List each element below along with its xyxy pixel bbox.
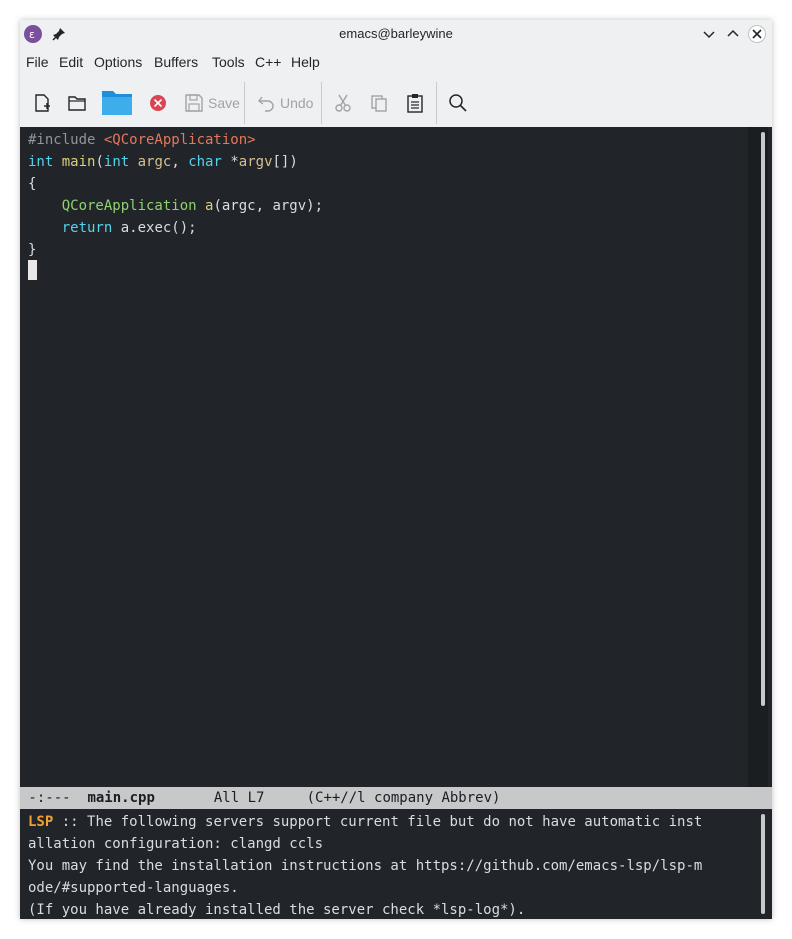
code-text-span: []): [272, 154, 298, 170]
folder-outline-icon: [68, 96, 86, 111]
code-text-span: [28, 220, 62, 236]
menu-cpp[interactable]: C++: [255, 54, 281, 70]
class-name: QCoreApplication: [61, 198, 197, 214]
code-text-span: [28, 198, 62, 214]
menu-bar: File Edit Options Buffers Tools C++ Help: [20, 50, 772, 76]
title-bar[interactable]: ε emacs@barleywine: [20, 20, 772, 48]
open-directory-button[interactable]: [67, 92, 87, 114]
text-cursor: [28, 260, 37, 280]
echo-line: You may find the installation instructio…: [28, 858, 703, 874]
modeline-buffer-name[interactable]: main.cpp: [87, 790, 154, 806]
editor-scrollbar-thumb[interactable]: [761, 132, 765, 706]
emacs-window: ε emacs@barleywine File Edit Options Buf…: [20, 20, 772, 919]
preprocessor-directive: #include: [28, 132, 104, 148]
keyword-type: char: [188, 154, 222, 170]
toolbar-separator: [321, 82, 322, 124]
paste-icon: [407, 94, 423, 113]
save-icon: [185, 94, 203, 112]
copy-button[interactable]: [369, 92, 389, 114]
new-file-icon: [35, 94, 50, 112]
echo-line: (If you have already installed the serve…: [28, 902, 526, 918]
copy-icon: [371, 95, 387, 112]
toolbar: Save Undo: [20, 80, 772, 126]
maximize-icon[interactable]: [724, 25, 742, 43]
menu-buffers[interactable]: Buffers: [154, 54, 198, 70]
code-text-span: ,: [171, 154, 189, 170]
modeline-modes[interactable]: (C++//l company Abbrev): [307, 790, 501, 806]
echo-area: LSP :: The following servers support cur…: [20, 809, 772, 919]
menu-edit[interactable]: Edit: [59, 54, 83, 70]
modeline-position: All L7: [154, 790, 307, 806]
echo-message: LSP :: The following servers support cur…: [28, 811, 702, 919]
echo-scrollbar-thumb[interactable]: [761, 814, 765, 914]
paste-button[interactable]: [405, 92, 425, 114]
close-buffer-button[interactable]: [148, 92, 168, 114]
blue-folder-icon: [102, 91, 132, 115]
close-icon[interactable]: [748, 25, 766, 43]
code-text-span: [53, 154, 61, 170]
undo-button[interactable]: Undo: [256, 92, 313, 114]
menu-options[interactable]: Options: [94, 54, 142, 70]
minimize-icon[interactable]: [700, 25, 718, 43]
keyword-type: int: [28, 154, 54, 170]
code-text-span: (argc, argv);: [213, 198, 324, 214]
function-name: main: [61, 154, 96, 170]
menu-help[interactable]: Help: [291, 54, 320, 70]
echo-line: :: The following servers support current…: [53, 814, 703, 830]
open-file-button[interactable]: [101, 86, 133, 118]
toolbar-separator: [244, 82, 245, 124]
parameter-name: argv: [238, 154, 273, 170]
search-icon: [449, 94, 467, 112]
parameter-name: argc: [137, 154, 172, 170]
include-target: <QCoreApplication>: [103, 132, 256, 148]
editor-buffer[interactable]: #include <QCoreApplication> int main(int…: [20, 127, 772, 787]
lsp-tag: LSP: [28, 814, 54, 830]
code-text-span: }: [28, 242, 37, 258]
editor-scrollbar-track[interactable]: [748, 127, 768, 787]
undo-label: Undo: [280, 95, 314, 111]
new-file-button[interactable]: [32, 92, 52, 114]
code-text-span: [129, 154, 137, 170]
code-text-span: *: [221, 154, 239, 170]
menu-tools[interactable]: Tools: [212, 54, 245, 70]
save-button[interactable]: Save: [184, 92, 240, 114]
undo-icon: [258, 96, 274, 112]
window-title: emacs@barleywine: [339, 26, 453, 41]
cut-button[interactable]: [333, 92, 353, 114]
echo-line: allation configuration: clangd ccls: [28, 836, 324, 852]
toolbar-separator: [436, 82, 437, 124]
code-text[interactable]: #include <QCoreApplication> int main(int…: [28, 129, 323, 261]
scissors-icon: [335, 94, 351, 112]
code-text-span: a.exec();: [112, 220, 197, 236]
modeline-status: -:---: [20, 790, 88, 806]
search-button[interactable]: [448, 92, 468, 114]
code-text-span: (: [95, 154, 104, 170]
close-circle-icon: [150, 95, 166, 111]
keyword-return: return: [61, 220, 113, 236]
mode-line[interactable]: -:--- main.cpp All L7 (C++//l company Ab…: [20, 787, 772, 809]
menu-file[interactable]: File: [26, 54, 49, 70]
save-label: Save: [208, 95, 240, 111]
code-text-span: [197, 198, 205, 214]
echo-line: ode/#supported-languages.: [28, 880, 239, 896]
code-text-span: {: [28, 176, 37, 192]
keyword-type: int: [103, 154, 130, 170]
